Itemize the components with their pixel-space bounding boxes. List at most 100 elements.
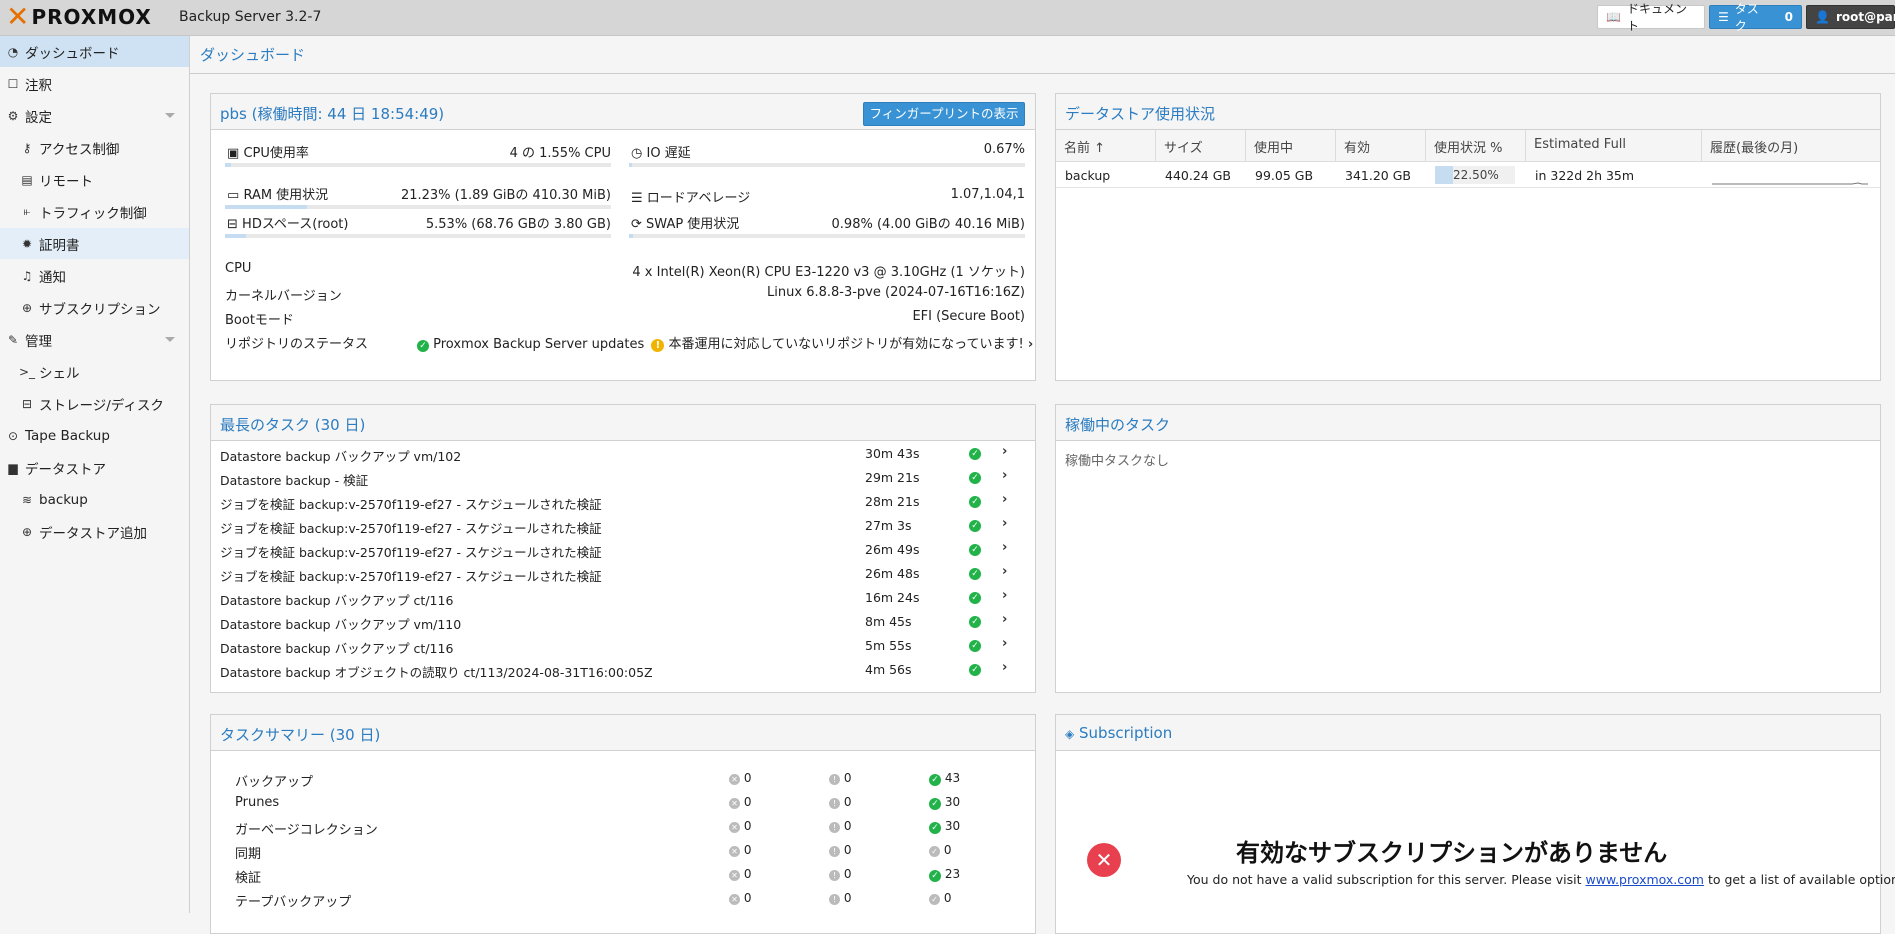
sidebar-item-label: Tape Backup bbox=[25, 427, 110, 444]
table-row[interactable]: ジョブを検証 backup:v-2570f119-ef27 - スケジュールされ… bbox=[211, 538, 1035, 562]
chevron-right-icon[interactable]: › bbox=[1002, 660, 1007, 675]
summary-error-count[interactable]: ✕ 0 bbox=[729, 843, 751, 857]
column-header-name[interactable]: 名前 ↑ bbox=[1056, 130, 1156, 162]
column-header-usage[interactable]: 使用状況 % bbox=[1426, 130, 1526, 162]
sidebar-item-add-datastore[interactable]: ⊕ データストア追加 bbox=[0, 516, 189, 547]
summary-ok-count[interactable]: ✓ 30 bbox=[929, 819, 960, 834]
task-duration: 29m 21s bbox=[865, 470, 920, 485]
summary-ok-value: 30 bbox=[944, 795, 961, 809]
kernel-version-label: カーネルバージョン bbox=[225, 289, 342, 304]
summary-label: Prunes bbox=[235, 795, 280, 810]
warning-icon: ! bbox=[829, 822, 840, 833]
table-row[interactable]: Datastore backup バックアップ ct/116 5m 55s ✓ › bbox=[211, 634, 1035, 658]
summary-warning-count[interactable]: ! 0 bbox=[829, 867, 851, 881]
subscription-text-after: to get a list of available options. bbox=[1707, 872, 1895, 887]
sidebar-item-certificates[interactable]: ✹ 証明書 bbox=[0, 228, 189, 259]
cpu-usage-label-text: CPU使用率 bbox=[243, 146, 309, 161]
sidebar-item-datastore-backup[interactable]: ≋ backup bbox=[0, 484, 189, 515]
summary-ok-count[interactable]: ✓ 30 bbox=[929, 795, 960, 810]
tasks-button[interactable]: ☰ タスク 0 bbox=[1709, 2, 1802, 33]
summary-ok-count[interactable]: ✓ 0 bbox=[929, 891, 951, 905]
column-header-estimated-full[interactable]: Estimated Full bbox=[1526, 130, 1702, 162]
collapse-arrow-icon[interactable] bbox=[165, 113, 175, 118]
check-circle-icon: ✓ bbox=[969, 520, 981, 532]
summary-error-count[interactable]: ✕ 0 bbox=[729, 771, 751, 785]
chevron-right-icon[interactable]: › bbox=[1002, 588, 1007, 603]
sidebar-item-traffic-control[interactable]: ⫦ トラフィック制御 bbox=[0, 196, 189, 227]
chevron-right-icon[interactable]: › bbox=[1002, 612, 1007, 627]
summary-ok-count[interactable]: ✓ 23 bbox=[929, 867, 960, 882]
panel-header: pbs (稼働時間: 44 日 18:54:49) フィンガープリントの表示 bbox=[211, 94, 1035, 130]
gears-icon: ⚙ bbox=[7, 108, 19, 123]
terminal-icon: >_ bbox=[18, 364, 36, 379]
chevron-right-icon[interactable]: › bbox=[1002, 636, 1007, 651]
chevron-right-icon[interactable]: › bbox=[1002, 540, 1007, 555]
warning-icon: ! bbox=[651, 339, 665, 352]
sidebar-item-label: 設定 bbox=[25, 109, 52, 126]
column-header-used[interactable]: 使用中 bbox=[1246, 130, 1336, 162]
sidebar-item-datastore[interactable]: ▆ データストア bbox=[0, 452, 189, 483]
column-header-size[interactable]: サイズ bbox=[1156, 130, 1246, 162]
summary-error-value: 0 bbox=[743, 843, 752, 857]
warning-icon: ! bbox=[829, 774, 840, 785]
chevron-right-icon[interactable]: › bbox=[1002, 516, 1007, 531]
sidebar-item-administration[interactable]: ✎ 管理 bbox=[0, 324, 189, 355]
table-row[interactable]: ジョブを検証 backup:v-2570f119-ef27 - スケジュールされ… bbox=[211, 514, 1035, 538]
user-menu-button[interactable]: 👤 root@pam bbox=[1806, 5, 1895, 29]
table-row[interactable]: ジョブを検証 backup:v-2570f119-ef27 - スケジュールされ… bbox=[211, 562, 1035, 586]
table-row[interactable]: backup 440.24 GB 99.05 GB 341.20 GB 22.5… bbox=[1056, 162, 1880, 188]
summary-warning-count[interactable]: ! 0 bbox=[829, 843, 851, 857]
column-header-history[interactable]: 履歴(最後の月) bbox=[1702, 130, 1880, 162]
cpu-usage-bar bbox=[225, 163, 611, 167]
sidebar-item-storage-disks[interactable]: ⊟ ストレージ/ディスク bbox=[0, 388, 189, 419]
summary-warning-count[interactable]: ! 0 bbox=[829, 891, 851, 905]
summary-warning-count[interactable]: ! 0 bbox=[829, 819, 851, 833]
load-average-value: 1.07,1.04,1 bbox=[950, 187, 1025, 202]
summary-error-count[interactable]: ✕ 0 bbox=[729, 891, 751, 905]
table-row[interactable]: Datastore backup バックアップ ct/116 16m 24s ✓ › bbox=[211, 586, 1035, 610]
task-duration: 30m 43s bbox=[865, 446, 920, 461]
sidebar-item-access-control[interactable]: ⚷ アクセス制御 bbox=[0, 132, 189, 163]
task-duration: 8m 45s bbox=[865, 614, 912, 629]
collapse-arrow-icon[interactable] bbox=[165, 337, 175, 342]
chevron-right-icon[interactable]: › bbox=[1002, 468, 1007, 483]
sidebar-item-dashboard[interactable]: ◔ ダッシュボード bbox=[0, 36, 189, 67]
proxmox-link[interactable]: www.proxmox.com bbox=[1586, 872, 1704, 887]
sidebar-item-configuration[interactable]: ⚙ 設定 bbox=[0, 100, 189, 131]
column-header-available[interactable]: 有効 bbox=[1336, 130, 1426, 162]
sidebar-item-notifications[interactable]: ♫ 通知 bbox=[0, 260, 189, 291]
show-fingerprint-button[interactable]: フィンガープリントの表示 bbox=[863, 102, 1025, 126]
summary-ok-count[interactable]: ✓ 0 bbox=[929, 843, 951, 857]
summary-warning-count[interactable]: ! 0 bbox=[829, 771, 851, 785]
task-name: ジョブを検証 backup:v-2570f119-ef27 - スケジュールされ… bbox=[220, 569, 602, 584]
warning-icon: ! bbox=[829, 846, 840, 857]
sidebar-item-tape-backup[interactable]: ⊙ Tape Backup bbox=[0, 420, 189, 451]
chevron-right-icon[interactable]: › bbox=[1002, 492, 1007, 507]
repository-status-value[interactable]: ✓ Proxmox Backup Server updates ! 本番運用に対… bbox=[417, 333, 1033, 352]
summary-error-count[interactable]: ✕ 0 bbox=[729, 867, 751, 881]
ram-usage-bar bbox=[225, 205, 611, 209]
task-duration: 26m 48s bbox=[865, 566, 920, 581]
documentation-label: ドキュメント bbox=[1626, 2, 1687, 33]
table-row[interactable]: ジョブを検証 backup:v-2570f119-ef27 - スケジュールされ… bbox=[211, 490, 1035, 514]
table-row[interactable]: Datastore backup - 検証 29m 21s ✓ › bbox=[211, 466, 1035, 490]
sidebar-item-label: シェル bbox=[39, 365, 80, 382]
summary-error-count[interactable]: ✕ 0 bbox=[729, 795, 751, 809]
sidebar-item-subscription[interactable]: ⊕ サブスクリプション bbox=[0, 292, 189, 323]
table-row[interactable]: Datastore backup オブジェクトの読取り ct/113/2024-… bbox=[211, 658, 1035, 682]
table-row[interactable]: Datastore backup バックアップ vm/102 30m 43s ✓ › bbox=[211, 442, 1035, 466]
summary-warning-count[interactable]: ! 0 bbox=[829, 795, 851, 809]
chevron-right-icon[interactable]: › bbox=[1002, 564, 1007, 579]
ram-usage-label: ▭ RAM 使用状況 bbox=[227, 184, 328, 203]
table-row[interactable]: Datastore backup バックアップ vm/110 8m 45s ✓ › bbox=[211, 610, 1035, 634]
summary-error-count[interactable]: ✕ 0 bbox=[729, 819, 751, 833]
list-item: バックアップ ✕ 0! 0 ✓ 43 bbox=[211, 767, 1035, 791]
documentation-button[interactable]: 📖 ドキュメント bbox=[1597, 2, 1705, 33]
sidebar-item-notes[interactable]: ☐ 注釈 bbox=[0, 68, 189, 99]
summary-ok-count[interactable]: ✓ 43 bbox=[929, 771, 960, 786]
sidebar-item-shell[interactable]: >_ シェル bbox=[0, 356, 189, 387]
sidebar-item-remotes[interactable]: ▤ リモート bbox=[0, 164, 189, 195]
archive-icon: ▆ bbox=[8, 460, 18, 475]
check-circle-icon: ✓ bbox=[969, 592, 981, 604]
chevron-right-icon[interactable]: › bbox=[1002, 444, 1007, 459]
